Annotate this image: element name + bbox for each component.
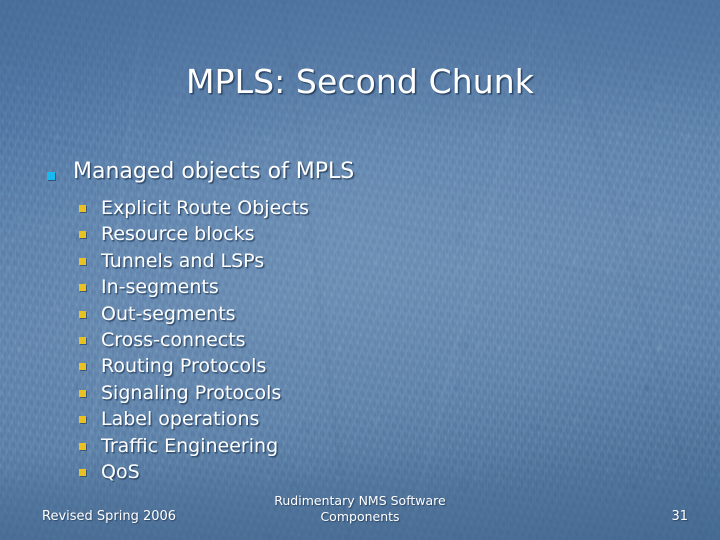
footer-subject-line2: Components (320, 509, 400, 524)
list-item-label: Cross-connects (101, 328, 246, 351)
list-item-label: Signaling Protocols (101, 381, 282, 404)
list-item: Signaling Protocols (40, 380, 680, 406)
list-item-label: Out-segments (101, 302, 236, 325)
slide-content: MPLS: Second Chunk Managed objects of MP… (0, 0, 720, 540)
list-item-label: Label operations (101, 408, 260, 431)
bullet-item-level1: Managed objects of MPLS (40, 157, 680, 187)
square-bullet-orange-icon (79, 336, 86, 344)
list-item-label: Explicit Route Objects (101, 197, 310, 219)
list-item: Resource blocks (40, 221, 680, 247)
list-item-label: Routing Protocols (101, 355, 267, 378)
square-bullet-orange-icon (79, 284, 86, 292)
list-item-label: In-segments (101, 276, 219, 299)
list-item: QoS (40, 459, 680, 485)
footer-subject-line1: Rudimentary NMS Software (274, 493, 446, 508)
list-item-label: QoS (101, 460, 140, 483)
bullet-list-level2: Explicit Route Objects Resource blocks T… (40, 195, 680, 485)
list-item: Label operations (40, 406, 680, 432)
square-bullet-orange-icon (79, 257, 86, 265)
square-bullet-orange-icon (79, 416, 86, 424)
list-item: In-segments (40, 274, 680, 300)
square-bullet-orange-icon (79, 231, 86, 239)
list-item-label: Resource blocks (101, 223, 255, 246)
square-bullet-orange-icon (79, 310, 86, 318)
list-item: Tunnels and LSPs (40, 248, 680, 274)
slide-body: Managed objects of MPLS Explicit Route O… (40, 157, 680, 485)
square-bullet-orange-icon (79, 389, 86, 397)
presentation-slide: MPLS: Second Chunk Managed objects of MP… (0, 0, 720, 540)
slide-page-number: 31 (671, 509, 688, 524)
list-item: Traffic Engineering (40, 433, 680, 459)
footer-subject-text: Rudimentary NMS Software Components (0, 493, 720, 525)
square-bullet-orange-icon (79, 363, 86, 371)
list-item: Explicit Route Objects (40, 195, 680, 221)
list-item: Out-segments (40, 301, 680, 327)
list-item-label: Traffic Engineering (101, 434, 279, 457)
square-bullet-orange-icon (79, 468, 86, 476)
square-bullet-orange-icon (79, 205, 86, 212)
list-item: Cross-connects (40, 327, 680, 353)
bullet-level1-label: Managed objects of MPLS (73, 159, 355, 184)
list-item-label: Tunnels and LSPs (101, 249, 265, 272)
square-bullet-cyan-icon (47, 172, 55, 180)
list-item: Routing Protocols (40, 353, 680, 379)
slide-title: MPLS: Second Chunk (186, 62, 534, 101)
square-bullet-orange-icon (79, 442, 86, 450)
